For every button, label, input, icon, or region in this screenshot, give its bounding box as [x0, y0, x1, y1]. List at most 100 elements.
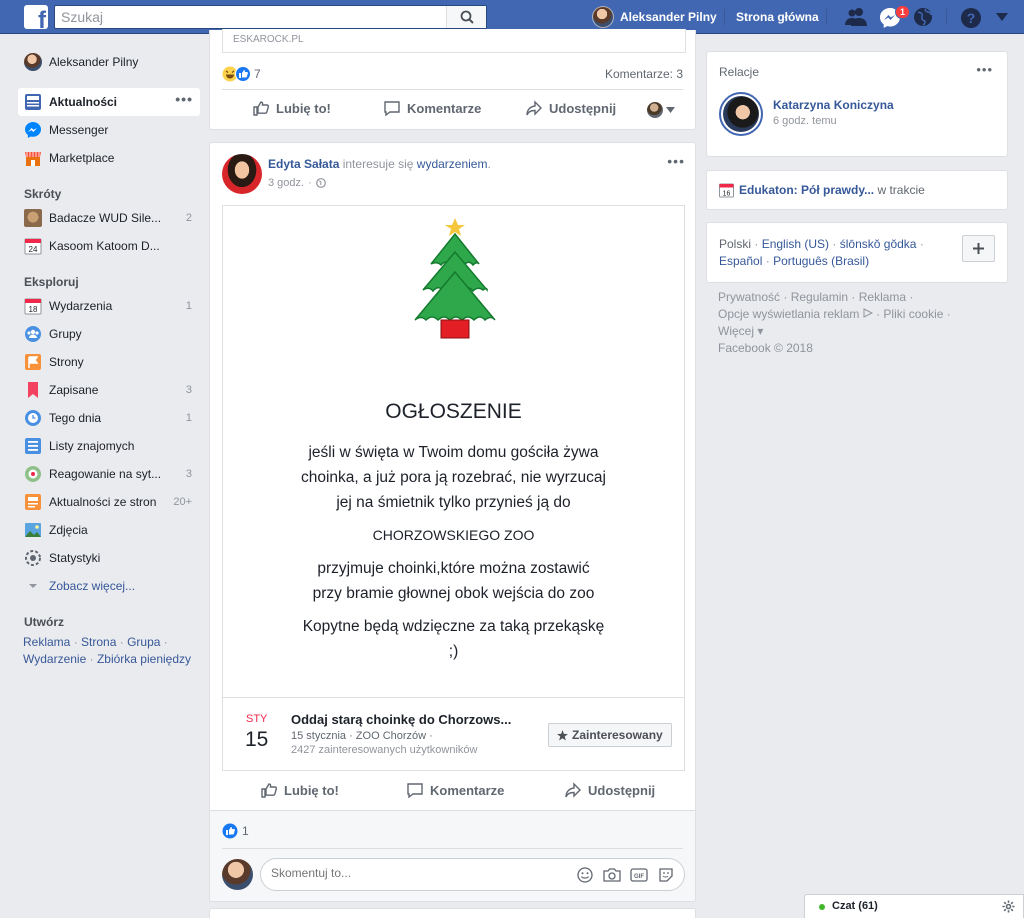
share-button[interactable]: Udostępnij [564, 781, 655, 799]
create-group-link[interactable]: Grupa [127, 635, 160, 649]
sidebar-item-shortcut[interactable]: 24 Kasoom Katoom D... [18, 232, 200, 260]
sidebar-item-marketplace[interactable]: Marketplace [18, 144, 200, 172]
sidebar-item-events[interactable]: 18 Wydarzenia 1 [18, 292, 200, 320]
emoji-icon[interactable] [577, 867, 593, 883]
avatar [222, 859, 253, 890]
event-attachment[interactable]: STY 15 Oddaj starą choinkę do Chorzows..… [222, 697, 685, 771]
terms-link[interactable]: Regulamin [791, 290, 848, 304]
sidebar-item-count: 20+ [173, 496, 192, 508]
interested-button[interactable]: Zainteresowany [548, 723, 672, 747]
event-title[interactable]: Oddaj starą choinkę do Chorzows... [291, 712, 511, 727]
sidebar-item-pages-feed[interactable]: Aktualności ze stron 20+ [18, 488, 200, 516]
language-option[interactable]: English (US) [762, 237, 829, 251]
like-button[interactable]: Lubię to! [260, 781, 339, 799]
sidebar-item-pages[interactable]: Strony [18, 348, 200, 376]
sidebar-profile[interactable]: Aleksander Pilny [18, 48, 200, 76]
search-button[interactable] [446, 6, 486, 28]
create-ad-link[interactable]: Reklama [23, 635, 70, 649]
sidebar-item-photos[interactable]: Zdjęcia [18, 516, 200, 544]
sidebar-item-messenger[interactable]: Messenger [18, 116, 200, 144]
link-preview[interactable]: ESKAROCK.PL [222, 29, 686, 53]
sidebar-item-insights[interactable]: Statystyki [18, 544, 200, 572]
language-option[interactable]: Español [719, 254, 762, 268]
see-more-link[interactable]: Zobacz więcej... [18, 572, 200, 600]
cookies-link[interactable]: Pliki cookie [883, 307, 943, 321]
reaction-summary[interactable]: 7 [222, 66, 261, 82]
post-image[interactable]: OGŁOSZENIE jeśli w święta w Twoim domu g… [222, 205, 685, 697]
sidebar-item-on-this-day[interactable]: Tego dnia 1 [18, 404, 200, 432]
globe-icon[interactable] [913, 7, 933, 27]
share-label: Udostępnij [549, 100, 617, 116]
gear-icon[interactable] [1002, 900, 1015, 913]
stories-card: Relacje ••• Katarzyna Koniczyna 6 godz. … [706, 51, 1008, 157]
advertising-link[interactable]: Reklama [859, 290, 906, 304]
sidebar-item-saved[interactable]: Zapisane 3 [18, 376, 200, 404]
event-reminder: Edukaton: Pół prawdy... w trakcie [739, 183, 925, 197]
search-input[interactable] [55, 6, 435, 28]
avatar [647, 102, 663, 118]
event-link[interactable]: wydarzeniem [417, 157, 488, 171]
event-day: 15 [245, 728, 269, 751]
announcement-line: CHORZOWSKIEGO ZOO [372, 527, 535, 543]
action-suffix: . [487, 157, 491, 171]
sidebar-item-groups[interactable]: Grupy [18, 320, 200, 348]
author-avatar[interactable] [222, 154, 262, 194]
like-button[interactable]: Lubię to! [252, 99, 331, 117]
sidebar-item-friend-lists[interactable]: Listy znajomych [18, 432, 200, 460]
privacy-link[interactable]: Prywatność [718, 290, 780, 304]
event-month: STY [246, 713, 268, 725]
stories-options-icon[interactable]: ••• [976, 63, 993, 76]
create-fundraiser-link[interactable]: Zbiórka pieniędzy [97, 652, 191, 666]
ad-choices-link[interactable]: Opcje wyświetlania reklam [718, 307, 859, 321]
sidebar-item-crisis-response[interactable]: Reagowanie na syt... 3 [18, 460, 200, 488]
sidebar-item-label: Aktualności [49, 95, 118, 109]
event-reminder-title[interactable]: Edukaton: Pół prawdy... [739, 183, 874, 197]
help-icon[interactable]: ? [960, 7, 982, 29]
event-details: 15 stycznia · ZOO Chorzów · [291, 730, 433, 742]
audience-selector[interactable] [647, 102, 675, 118]
facebook-logo[interactable]: f [24, 5, 48, 29]
chat-bar[interactable]: Czat (61) [804, 894, 1024, 918]
chevron-down-icon [29, 584, 37, 588]
profile-link[interactable]: Aleksander Pilny [592, 6, 717, 28]
comment-icon [407, 783, 423, 799]
language-option[interactable]: ślōnskŏ gŏdka [840, 237, 917, 251]
comment-input[interactable] [271, 866, 571, 880]
add-language-button[interactable] [962, 235, 995, 262]
like-reaction-icon [222, 823, 238, 839]
author-name[interactable]: Edyta Sałata [268, 157, 339, 171]
gif-icon[interactable]: GIF [630, 867, 648, 883]
like-summary[interactable]: 1 [222, 823, 249, 839]
stories-heading: Relacje [719, 65, 760, 79]
friends-icon[interactable] [845, 7, 867, 27]
share-icon [565, 782, 581, 798]
divider [724, 9, 725, 25]
camera-icon[interactable] [603, 867, 621, 883]
caret-down-icon[interactable] [996, 13, 1008, 21]
post-options-icon[interactable]: ••• [667, 154, 685, 168]
sidebar-item-news-feed[interactable]: Aktualności ••• [18, 88, 200, 116]
story-ring[interactable] [719, 92, 763, 136]
sticker-icon[interactable] [658, 867, 674, 883]
divider [826, 9, 827, 25]
comments-count[interactable]: Komentarze: 3 [605, 67, 683, 81]
more-options-icon[interactable]: ••• [175, 92, 193, 106]
post-time[interactable]: 3 godz. [268, 177, 304, 189]
language-option[interactable]: Português (Brasil) [773, 254, 869, 268]
comment-button[interactable]: Komentarze [383, 99, 481, 117]
create-event-link[interactable]: Wydarzenie [23, 652, 86, 666]
next-post-card [209, 908, 696, 918]
more-link[interactable]: Więcej [718, 324, 754, 338]
create-heading: Utwórz [24, 615, 64, 629]
event-reminder-card[interactable]: 16 Edukaton: Pół prawdy... w trakcie [706, 170, 1008, 210]
messenger-icon [25, 122, 41, 138]
sidebar-item-label: Grupy [49, 327, 82, 341]
home-link[interactable]: Strona główna [736, 10, 819, 24]
share-button[interactable]: Udostępnij [525, 99, 616, 117]
create-page-link[interactable]: Strona [81, 635, 116, 649]
sidebar-item-shortcut[interactable]: Badacze WUD Sile... 2 [18, 204, 200, 232]
saved-icon [28, 382, 38, 398]
story-author[interactable]: Katarzyna Koniczyna [773, 98, 894, 112]
public-globe-icon[interactable] [315, 178, 326, 188]
comment-button[interactable]: Komentarze [406, 781, 504, 799]
